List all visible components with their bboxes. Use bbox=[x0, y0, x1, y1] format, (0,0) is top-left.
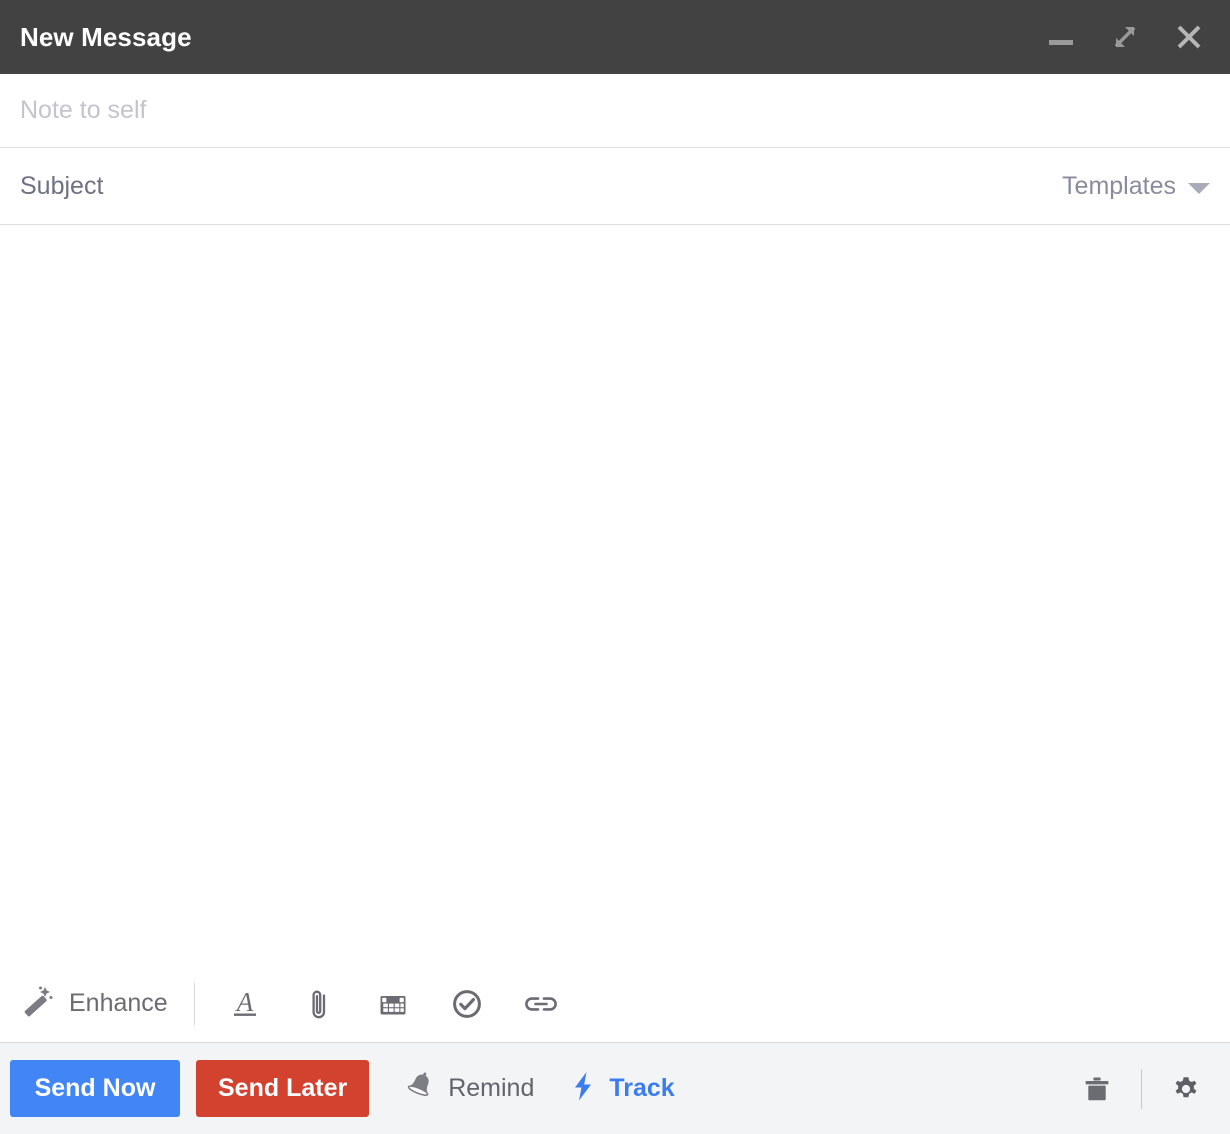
remind-button[interactable]: Remind bbox=[403, 1069, 534, 1108]
bolt-icon bbox=[568, 1069, 598, 1108]
templates-dropdown[interactable]: Templates bbox=[1042, 172, 1210, 201]
gear-icon bbox=[1168, 1071, 1204, 1107]
discard-draft-button[interactable] bbox=[1071, 1063, 1123, 1115]
minimize-button[interactable] bbox=[1038, 14, 1084, 60]
recipient-row bbox=[0, 74, 1230, 148]
svg-text:A: A bbox=[234, 987, 253, 1017]
window-title: New Message bbox=[20, 22, 192, 52]
window-controls bbox=[1038, 14, 1212, 60]
chevron-down-icon bbox=[1188, 182, 1210, 194]
subject-input[interactable] bbox=[20, 171, 1043, 201]
link-icon bbox=[521, 986, 561, 1022]
calendar-icon bbox=[375, 986, 411, 1022]
calendar-button[interactable] bbox=[369, 980, 417, 1028]
expand-arrows-icon bbox=[1108, 20, 1142, 54]
trash-icon bbox=[1079, 1071, 1115, 1107]
action-bar: Send Now Send Later Remind Track bbox=[0, 1043, 1230, 1134]
title-bar: New Message bbox=[0, 0, 1230, 74]
enhance-button[interactable]: Enhance bbox=[20, 983, 194, 1024]
enhance-label: Enhance bbox=[69, 989, 168, 1017]
bell-icon bbox=[403, 1069, 437, 1108]
minimize-icon bbox=[1044, 20, 1078, 54]
settings-button[interactable] bbox=[1160, 1063, 1212, 1115]
compose-window: New Message Note to self Subject Templat… bbox=[0, 0, 1230, 1134]
action-bar-divider bbox=[1141, 1068, 1142, 1109]
check-circle-icon bbox=[449, 986, 485, 1022]
message-body-input[interactable] bbox=[0, 225, 1230, 965]
format-text-icon: A bbox=[227, 986, 263, 1022]
formatting-toolbar: Enhance A bbox=[0, 965, 1230, 1043]
track-label: Track bbox=[609, 1074, 675, 1102]
recipient-input[interactable] bbox=[20, 96, 1210, 125]
remind-label: Remind bbox=[448, 1074, 535, 1102]
close-icon bbox=[1172, 20, 1206, 54]
templates-label: Templates bbox=[1062, 171, 1176, 200]
send-now-button[interactable]: Send Now bbox=[10, 1060, 180, 1117]
close-button[interactable] bbox=[1166, 14, 1212, 60]
magic-wand-icon bbox=[20, 983, 56, 1024]
format-text-button[interactable]: A bbox=[221, 980, 269, 1028]
subject-row: Templates bbox=[0, 148, 1230, 225]
attachment-button[interactable] bbox=[295, 980, 343, 1028]
attachment-icon bbox=[301, 986, 337, 1022]
insert-link-button[interactable] bbox=[517, 980, 565, 1028]
task-button[interactable] bbox=[443, 980, 491, 1028]
toolbar-icon-group: A bbox=[195, 980, 565, 1028]
track-button[interactable]: Track bbox=[568, 1069, 675, 1108]
send-later-button[interactable]: Send Later bbox=[196, 1060, 370, 1117]
expand-button[interactable] bbox=[1102, 14, 1148, 60]
